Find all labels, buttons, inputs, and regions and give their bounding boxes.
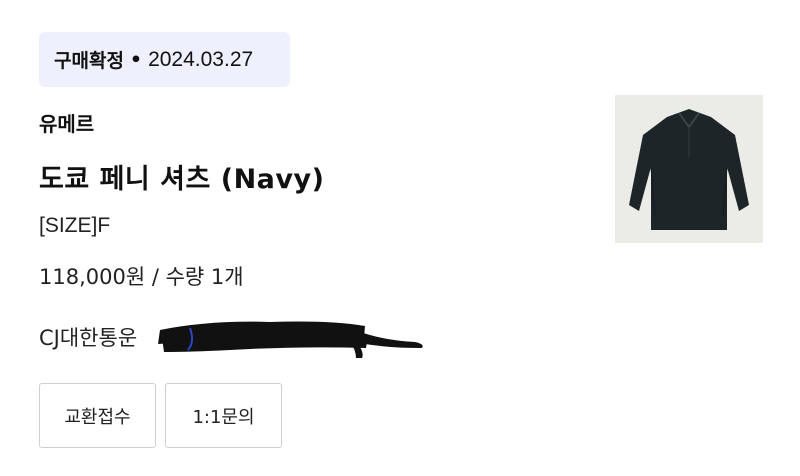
status-badge: 구매확정 • 2024.03.27: [39, 32, 290, 87]
order-status-label: 구매확정: [54, 50, 124, 72]
product-option: [SIZE]F: [39, 214, 111, 237]
tracking-number-redaction: [158, 321, 423, 358]
product-name[interactable]: 도쿄 페니 셔츠 (Navy): [39, 157, 324, 196]
price-quantity: 118,000원 / 수량 1개: [39, 265, 244, 289]
status-separator: •: [129, 48, 143, 71]
courier-name[interactable]: CJ대한통운: [39, 322, 137, 352]
product-image[interactable]: [615, 95, 763, 243]
brand-name[interactable]: 유메르: [39, 108, 94, 137]
shirt-icon: [615, 95, 763, 243]
exchange-button[interactable]: 교환접수: [39, 383, 156, 448]
inquiry-button[interactable]: 1:1문의: [165, 383, 282, 448]
order-status-date: 2024.03.27: [148, 47, 254, 71]
